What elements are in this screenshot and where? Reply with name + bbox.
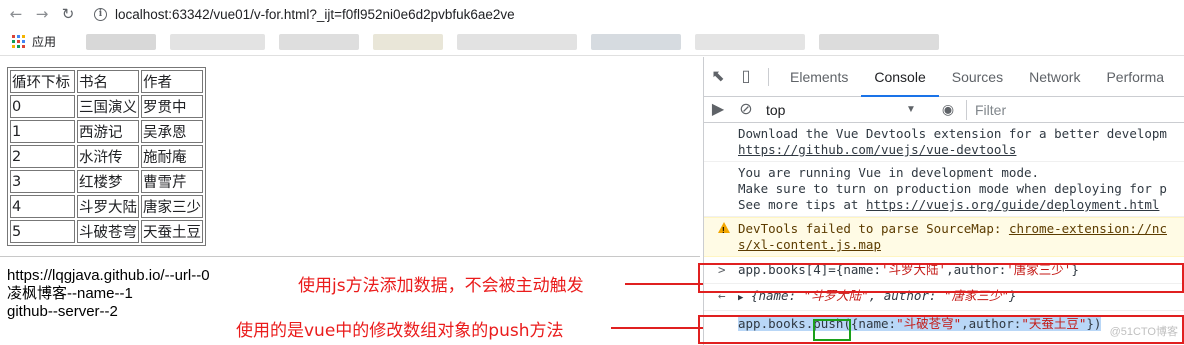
- table-cell: 罗贯中: [141, 95, 203, 118]
- url-text[interactable]: localhost:63342/vue01/v-for.html?_ijt=f0…: [115, 7, 515, 22]
- table-cell: 施耐庵: [141, 145, 203, 168]
- tab-performance[interactable]: Performa: [1093, 57, 1177, 97]
- message-link[interactable]: chrome-extension://nc: [1009, 221, 1167, 236]
- table-cell: 斗罗大陆: [77, 195, 139, 218]
- address-bar[interactable]: i localhost:63342/vue01/v-for.html?_ijt=…: [86, 2, 1184, 26]
- browser-toolbar: ← → ↻ i localhost:63342/vue01/v-for.html…: [0, 0, 1184, 28]
- warning-icon: [718, 222, 730, 239]
- console-message: Download the Vue Devtools extension for …: [704, 123, 1184, 162]
- message-link[interactable]: https://vuejs.org/guide/deployment.html: [866, 197, 1160, 212]
- table-cell: 3: [10, 170, 75, 193]
- table-cell: 1: [10, 120, 75, 143]
- table-row: 0 三国演义 罗贯中: [10, 95, 203, 118]
- table-cell: 天蚕土豆: [141, 220, 203, 243]
- table-cell: 0: [10, 95, 75, 118]
- column-header: 书名: [77, 70, 139, 93]
- tab-console[interactable]: Console: [861, 57, 939, 97]
- books-table: 循环下标 书名 作者 0 三国演义 罗贯中 1 西游记 吴承恩 2 水浒传 施耐…: [7, 67, 206, 246]
- clear-console-icon[interactable]: ⊘: [732, 96, 760, 124]
- reload-icon[interactable]: ↻: [58, 4, 78, 24]
- table-row: 2 水浒传 施耐庵: [10, 145, 203, 168]
- eye-icon[interactable]: ◉: [934, 101, 962, 118]
- table-header-row: 循环下标 书名 作者: [10, 70, 203, 93]
- console-output: Download the Vue Devtools extension for …: [704, 123, 1184, 337]
- blurred-bookmark[interactable]: [695, 33, 806, 50]
- blurred-bookmark[interactable]: [279, 33, 360, 50]
- table-row: 1 西游记 吴承恩: [10, 120, 203, 143]
- blurred-bookmark[interactable]: [373, 33, 444, 50]
- table-row: 4 斗罗大陆 唐家三少: [10, 195, 203, 218]
- separator: [768, 67, 769, 86]
- table-cell: 5: [10, 220, 75, 243]
- message-text: Download the Vue Devtools extension for …: [738, 126, 1167, 141]
- message-text: Make sure to turn on production mode whe…: [738, 181, 1167, 196]
- table-cell: 斗破苍穹: [77, 220, 139, 243]
- apps-grid-icon[interactable]: [12, 34, 26, 49]
- inspect-element-icon[interactable]: ⬉: [704, 63, 732, 91]
- tab-sources[interactable]: Sources: [939, 57, 1016, 97]
- message-link[interactable]: s/xl-content.js.map: [738, 237, 881, 252]
- column-header: 作者: [141, 70, 203, 93]
- list-item: 凌枫博客--name--1: [7, 285, 133, 302]
- device-toolbar-icon[interactable]: ▯: [732, 63, 760, 91]
- back-arrow-icon[interactable]: ←: [6, 4, 26, 24]
- message-link[interactable]: https://github.com/vuejs/vue-devtools: [738, 142, 1016, 157]
- page-content: 循环下标 书名 作者 0 三国演义 罗贯中 1 西游记 吴承恩 2 水浒传 施耐…: [0, 57, 700, 345]
- list-item: github--server--2: [7, 303, 118, 320]
- blurred-bookmark[interactable]: [819, 33, 940, 50]
- blurred-bookmark[interactable]: [170, 33, 266, 50]
- sidebar-toggle-icon[interactable]: ▶: [704, 96, 732, 124]
- watermark: @51CTO博客: [1109, 326, 1178, 338]
- tab-network[interactable]: Network: [1016, 57, 1093, 97]
- links-list: https://lqgjava.github.io/--url--0 凌枫博客-…: [7, 267, 210, 321]
- list-item: https://lqgjava.github.io/--url--0: [7, 267, 210, 284]
- table-cell: 吴承恩: [141, 120, 203, 143]
- filter-input[interactable]: Filter: [966, 99, 1006, 120]
- chevron-down-icon[interactable]: ▼: [906, 104, 934, 115]
- annotation-js-method: 使用js方法添加数据，不会被主动触发: [298, 276, 584, 296]
- highlight-box-red: [698, 263, 1184, 293]
- console-message: You are running Vue in development mode.…: [704, 162, 1184, 217]
- message-text: You are running Vue in development mode.: [738, 165, 1040, 180]
- table-row: 3 红楼梦 曹雪芹: [10, 170, 203, 193]
- devtools-panel: ⬉ ▯ Elements Console Sources Network Per…: [698, 57, 1184, 345]
- message-text: DevTools failed to parse SourceMap:: [738, 221, 1009, 236]
- table-cell: 红楼梦: [77, 170, 139, 193]
- bookmarks-bar: 应用: [0, 28, 1184, 56]
- table-cell: 西游记: [77, 120, 139, 143]
- blurred-bookmark[interactable]: [591, 33, 682, 50]
- devtools-tabbar: ⬉ ▯ Elements Console Sources Network Per…: [704, 57, 1184, 97]
- table-cell: 水浒传: [77, 145, 139, 168]
- console-toolbar: ▶ ⊘ top ▼ ◉ Filter: [704, 97, 1184, 123]
- info-icon[interactable]: i: [94, 7, 107, 21]
- context-selector[interactable]: top: [766, 102, 906, 118]
- annotation-push-method: 使用的是vue中的修改数组对象的push方法: [236, 321, 564, 341]
- table-cell: 4: [10, 195, 75, 218]
- console-warning: DevTools failed to parse SourceMap: chro…: [704, 217, 1184, 257]
- expand-triangle-icon[interactable]: ▶: [738, 293, 743, 303]
- message-text: See more tips at: [738, 197, 866, 212]
- blurred-bookmark[interactable]: [457, 33, 578, 50]
- table-cell: 曹雪芹: [141, 170, 203, 193]
- apps-label[interactable]: 应用: [32, 33, 56, 50]
- table-cell: 2: [10, 145, 75, 168]
- highlight-box-green: [813, 319, 851, 341]
- table-cell: 三国演义: [77, 95, 139, 118]
- blurred-bookmark[interactable]: [86, 33, 157, 50]
- table-cell: 唐家三少: [141, 195, 203, 218]
- forward-arrow-icon[interactable]: →: [32, 4, 52, 24]
- column-header: 循环下标: [10, 70, 75, 93]
- tab-elements[interactable]: Elements: [777, 57, 861, 97]
- table-row: 5 斗破苍穹 天蚕土豆: [10, 220, 203, 243]
- page-divider: [0, 256, 700, 257]
